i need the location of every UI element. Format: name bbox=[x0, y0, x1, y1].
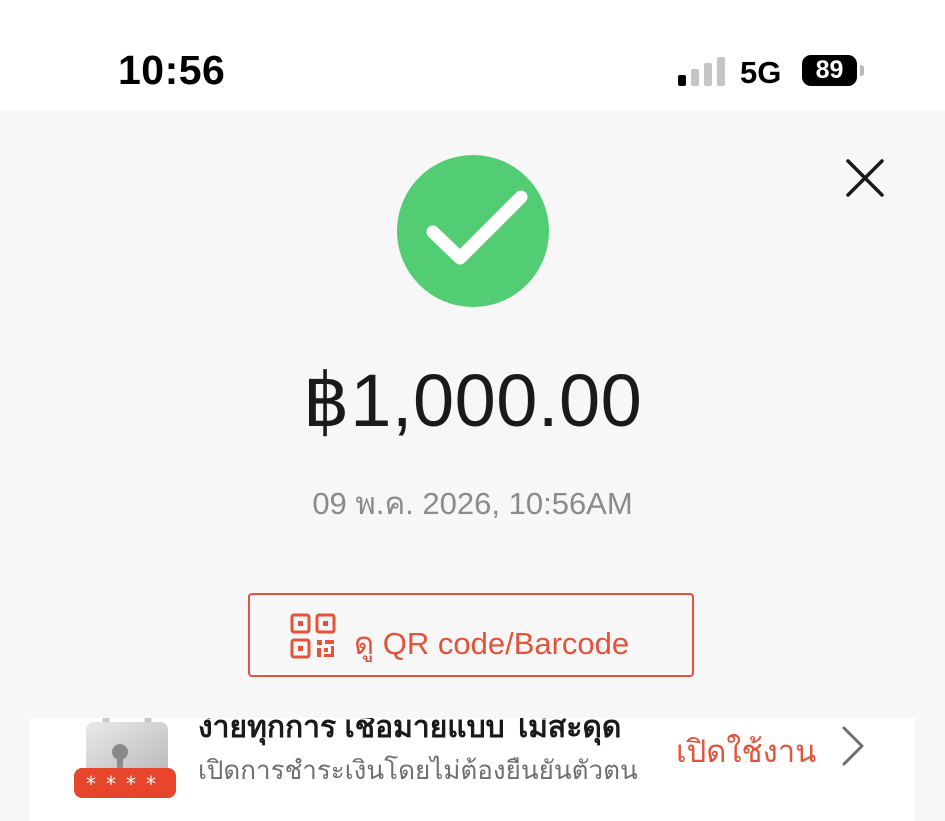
promo-subtitle: เปิดการชำระเงินโดยไม่ต้องยืนยันตัวตน bbox=[198, 755, 638, 785]
promo-card[interactable]: * * * * ง่ายทุกการ เชื่อมายแบบ ไม่สะดุด … bbox=[30, 718, 915, 821]
view-qr-code-button[interactable]: ดู QR code/Barcode bbox=[248, 593, 694, 677]
lock-icon: * * * * bbox=[74, 718, 176, 798]
qr-button-label: ดู QR code/Barcode bbox=[354, 626, 630, 661]
qr-code-icon bbox=[290, 613, 336, 659]
checkmark-icon bbox=[426, 190, 528, 265]
signal-strength-icon bbox=[678, 56, 726, 86]
chevron-right-icon[interactable] bbox=[838, 724, 868, 768]
status-bar: 10:56 5G 89 bbox=[0, 0, 945, 110]
battery-icon: 89 bbox=[802, 55, 857, 86]
close-icon bbox=[846, 159, 884, 197]
battery-tip bbox=[860, 65, 864, 76]
network-type: 5G bbox=[740, 55, 782, 90]
svg-text:*: * bbox=[126, 772, 136, 796]
svg-text:*: * bbox=[146, 772, 156, 796]
payment-amount: ฿1,000.00 bbox=[302, 359, 643, 442]
svg-text:*: * bbox=[106, 772, 116, 796]
signal-bar bbox=[704, 63, 712, 86]
close-button[interactable] bbox=[842, 155, 888, 201]
signal-bar bbox=[717, 57, 725, 86]
status-time: 10:56 bbox=[118, 47, 226, 93]
signal-bar bbox=[691, 69, 699, 86]
enable-button[interactable]: เปิดใช้งาน bbox=[676, 726, 816, 776]
svg-text:*: * bbox=[86, 772, 96, 796]
check-circle-icon bbox=[397, 155, 549, 307]
payment-datetime: 09 พ.ค. 2026, 10:56AM bbox=[312, 486, 633, 521]
battery-level: 89 bbox=[815, 56, 844, 84]
promo-title: ง่ายทุกการ เชื่อมายแบบ ไม่สะดุด bbox=[198, 718, 622, 744]
signal-bar bbox=[678, 75, 686, 86]
